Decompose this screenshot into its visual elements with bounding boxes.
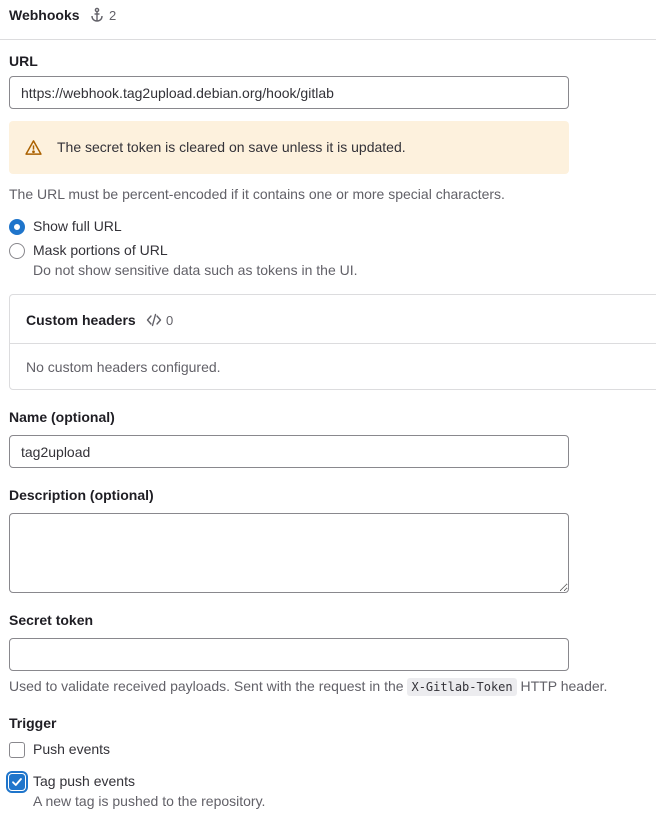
code-icon	[146, 313, 162, 327]
custom-headers-count-value: 0	[166, 312, 174, 328]
secret-help-prefix: Used to validate received payloads. Sent…	[9, 678, 404, 694]
show-full-url-label[interactable]: Show full URL	[33, 218, 122, 234]
url-input[interactable]	[9, 76, 569, 109]
custom-headers-card: Custom headers 0 No custom headers confi…	[9, 294, 656, 390]
name-input[interactable]	[9, 435, 569, 468]
push-events-label[interactable]: Push events	[33, 741, 110, 757]
custom-headers-title: Custom headers	[26, 312, 136, 328]
mask-url-help: Do not show sensitive data such as token…	[33, 262, 358, 278]
mask-url-label[interactable]: Mask portions of URL	[33, 242, 168, 258]
tag-push-events-checkbox[interactable]	[9, 774, 25, 790]
secret-token-warning: The secret token is cleared on save unle…	[9, 121, 569, 174]
mask-url-option[interactable]: Mask portions of URL	[9, 242, 168, 259]
secret-token-label: Secret token	[9, 612, 94, 628]
page-title: Webhooks	[9, 7, 80, 23]
show-full-url-radio[interactable]	[9, 219, 25, 235]
trigger-label: Trigger	[9, 715, 57, 731]
push-events-option[interactable]: Push events	[9, 741, 110, 758]
secret-help-suffix: HTTP header.	[520, 678, 608, 694]
name-label: Name (optional)	[9, 409, 115, 425]
warning-text: The secret token is cleared on save unle…	[57, 139, 406, 155]
anchor-icon	[91, 7, 103, 22]
tag-push-events-help: A new tag is pushed to the repository.	[33, 793, 266, 809]
webhooks-count: 2	[89, 7, 116, 23]
tag-push-events-option[interactable]: Tag push events	[9, 773, 135, 790]
url-label: URL	[9, 53, 38, 69]
warning-icon	[25, 140, 42, 155]
secret-token-input[interactable]	[9, 638, 569, 671]
description-label: Description (optional)	[9, 487, 154, 503]
tag-push-events-label[interactable]: Tag push events	[33, 773, 135, 789]
secret-token-help: Used to validate received payloads. Sent…	[9, 678, 608, 696]
webhooks-header: Webhooks 2	[0, 0, 656, 40]
secret-help-code: X-Gitlab-Token	[407, 678, 517, 696]
url-help-text: The URL must be percent-encoded if it co…	[9, 186, 505, 202]
show-full-url-option[interactable]: Show full URL	[9, 218, 122, 235]
mask-url-radio[interactable]	[9, 243, 25, 259]
push-events-checkbox[interactable]	[9, 742, 25, 758]
description-textarea[interactable]	[9, 513, 569, 593]
custom-headers-card-header: Custom headers 0	[10, 295, 656, 344]
webhooks-count-value: 2	[109, 7, 117, 23]
check-icon	[12, 778, 22, 786]
custom-headers-empty: No custom headers configured.	[26, 359, 221, 375]
custom-headers-count: 0	[146, 312, 173, 328]
